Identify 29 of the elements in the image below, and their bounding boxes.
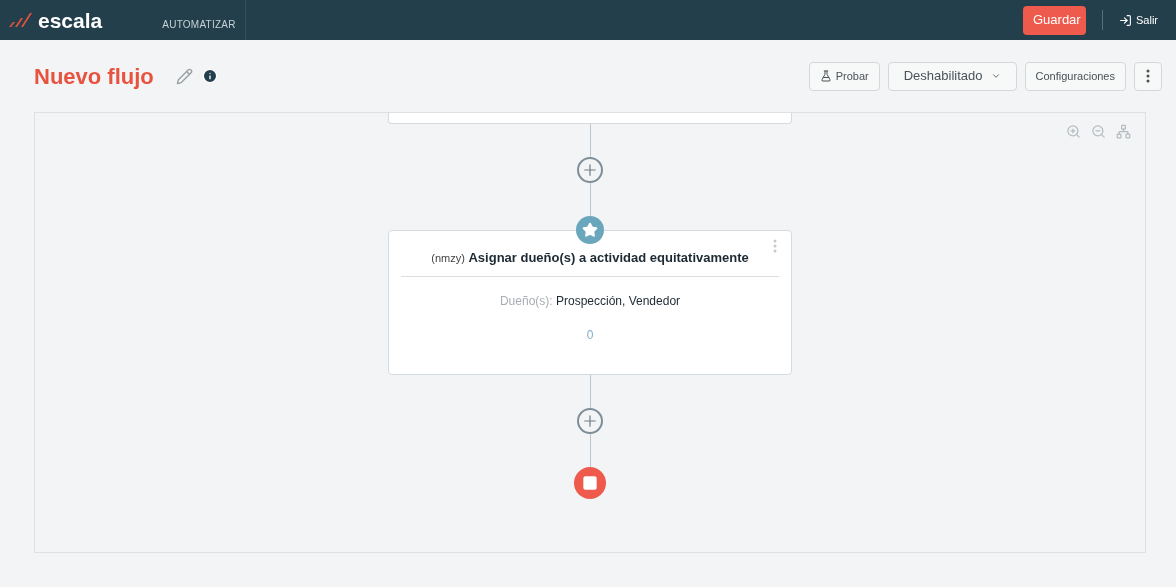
logo-icon [8,12,34,28]
zoom-in-icon[interactable] [1066,124,1081,139]
chevron-down-icon [990,71,1001,81]
more-icon [1146,69,1150,83]
owner-field: Dueño(s): Prospección, Vendedor [499,291,681,310]
stop-icon [574,467,606,499]
logo-text: escala [38,9,103,31]
plus-icon [581,412,599,430]
step-count: 0 [586,326,594,344]
edit-icon[interactable] [175,67,193,85]
add-step-button[interactable] [577,157,603,183]
layout-icon[interactable] [1116,124,1131,139]
settings-button[interactable]: Configuraciones [1024,61,1126,91]
section-label: AUTOMATIZAR [162,18,236,32]
step-card[interactable]: (nmzy) Asignar dueño(s) a actividad equitativamente Dueño(s): Prospección, Vendedor 0 [388,230,792,375]
page-title: Nuevo flujo [34,62,154,91]
exit-link[interactable]: Salir [1119,11,1158,29]
step-title: (nmzy) Asignar dueño(s) a actividad equitativamente [431,249,749,267]
info-icon[interactable] [201,68,218,84]
test-button[interactable]: Probar [808,61,880,91]
status-dropdown[interactable]: Deshabilitado [887,61,1017,91]
step-card[interactable] [388,113,792,124]
plus-icon [581,161,599,179]
more-icon[interactable] [773,239,777,253]
more-button[interactable] [1134,61,1162,91]
exit-icon [1119,13,1132,27]
flask-icon [819,70,832,82]
zoom-out-icon[interactable] [1091,124,1106,139]
add-step-button[interactable] [577,408,603,434]
